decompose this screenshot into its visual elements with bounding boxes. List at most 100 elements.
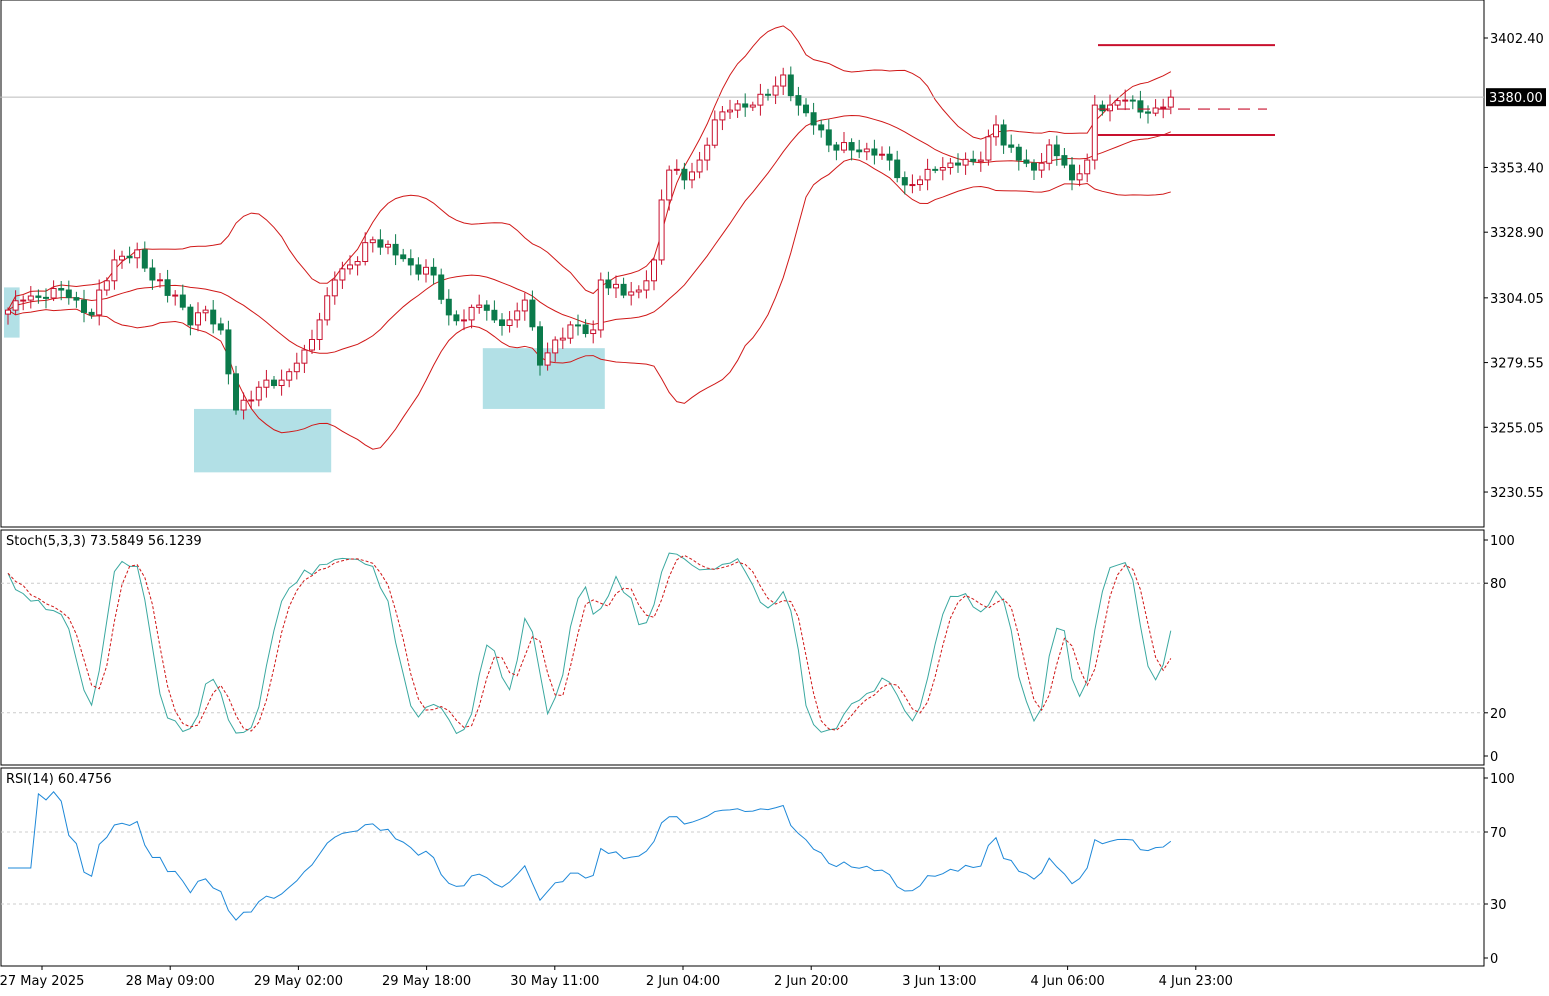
rsi: 100 70 30 0 xyxy=(1,772,1515,967)
candle xyxy=(765,88,771,101)
candle xyxy=(886,146,893,171)
candle xyxy=(96,279,103,326)
candle-body xyxy=(1129,99,1136,102)
candle-body xyxy=(727,109,733,113)
candle-body xyxy=(407,258,414,266)
candle-body xyxy=(772,85,779,96)
candle-body xyxy=(696,159,703,173)
candle-body xyxy=(757,93,764,106)
candle-body xyxy=(96,289,103,316)
candle-body xyxy=(149,267,156,281)
candle-body xyxy=(795,95,802,106)
stoch-tick-label: 0 xyxy=(1490,750,1498,765)
candle-body xyxy=(1046,144,1053,164)
candle-body xyxy=(825,129,832,146)
candle-body xyxy=(20,299,27,302)
candle xyxy=(88,308,95,319)
candle xyxy=(172,290,179,306)
candle-body xyxy=(909,184,916,187)
candle-body xyxy=(651,259,657,282)
rsi-tick-label: 0 xyxy=(1490,952,1498,967)
candle xyxy=(772,76,779,105)
candle-body xyxy=(970,158,977,162)
candle-body xyxy=(286,371,293,381)
candle-body xyxy=(704,144,711,161)
candle xyxy=(1099,100,1106,116)
rsi-tick-label: 30 xyxy=(1490,898,1507,913)
time-tick-label: 29 May 18:00 xyxy=(382,974,471,989)
candle-body xyxy=(233,373,239,411)
candle xyxy=(377,229,384,255)
candle xyxy=(476,294,483,314)
candle-body xyxy=(582,324,589,335)
stoch-panel-frame xyxy=(0,529,1485,766)
candle xyxy=(217,317,224,335)
candle xyxy=(559,327,566,349)
candle xyxy=(613,275,619,299)
candle-body xyxy=(141,249,148,269)
candle-body xyxy=(362,242,369,263)
candle xyxy=(635,285,642,299)
price-tick-label: 3255.05 xyxy=(1490,421,1544,436)
candle-body xyxy=(1015,146,1022,161)
candle xyxy=(1091,95,1098,170)
candle xyxy=(347,255,353,275)
candle-body xyxy=(377,239,384,248)
candle xyxy=(149,259,156,290)
candle xyxy=(856,139,863,159)
candle xyxy=(301,344,308,374)
candle-body xyxy=(597,279,604,331)
candle-body xyxy=(392,243,399,256)
candle-body xyxy=(339,268,346,281)
candle-body xyxy=(742,103,749,108)
candle xyxy=(195,302,201,332)
candle-body xyxy=(324,295,331,321)
candle xyxy=(841,132,847,154)
candle xyxy=(324,287,331,326)
candle-body xyxy=(689,171,695,181)
candle xyxy=(331,271,338,305)
candle xyxy=(134,242,141,269)
candle xyxy=(1008,134,1015,153)
candle xyxy=(506,311,513,333)
candle xyxy=(529,290,536,331)
candle xyxy=(787,66,794,102)
candle xyxy=(871,139,878,165)
candle-body xyxy=(50,288,57,299)
bollinger-upper xyxy=(7,25,1172,311)
candle xyxy=(734,100,741,118)
rsi-line xyxy=(8,791,1172,921)
candle xyxy=(1000,119,1007,154)
candle-body xyxy=(1160,106,1167,109)
candle xyxy=(894,150,901,183)
candle xyxy=(666,165,673,211)
candle-body xyxy=(962,158,969,166)
candle xyxy=(369,236,376,253)
candle-body xyxy=(103,280,110,291)
candle xyxy=(1023,149,1030,168)
candle xyxy=(499,313,505,336)
candle xyxy=(453,310,460,326)
candle-body xyxy=(947,162,954,169)
candle-body xyxy=(1023,159,1030,164)
candle-body xyxy=(111,259,118,282)
stochastic: 100 80 20 0 xyxy=(1,534,1515,765)
candle-body xyxy=(316,319,323,340)
candle xyxy=(423,259,429,283)
candle-body xyxy=(871,148,878,156)
candle xyxy=(461,309,467,331)
candle xyxy=(575,314,581,336)
candle xyxy=(521,292,528,321)
candle xyxy=(81,289,87,323)
candle-body xyxy=(438,274,445,300)
candle xyxy=(1137,90,1144,119)
candle xyxy=(749,101,756,112)
candle xyxy=(103,277,110,296)
candle-body xyxy=(544,352,551,366)
candle xyxy=(339,261,346,289)
candle xyxy=(491,300,498,323)
candle-body xyxy=(803,104,809,114)
candle xyxy=(1152,99,1159,117)
trading-chart[interactable]: 3402.40 3353.40 3328.90 3304.05 3279.55 3255.… xyxy=(0,0,1549,996)
candle-body xyxy=(331,279,338,297)
